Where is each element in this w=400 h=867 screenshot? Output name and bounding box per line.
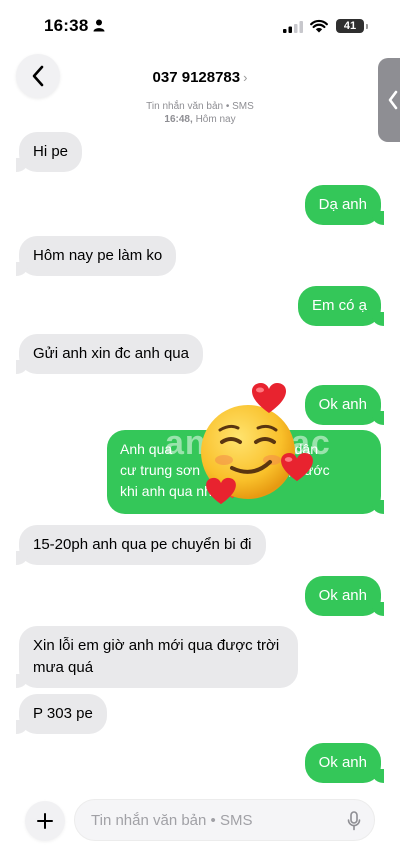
message-outgoing[interactable]: Dạ anh (304, 185, 385, 225)
message-text: P 303 pe (33, 705, 93, 722)
message-text: Ok anh (318, 396, 367, 413)
message-text: Em có ạ (311, 297, 367, 314)
service-label: Tin nhắn văn bản • SMS (146, 101, 254, 112)
message-incoming[interactable]: Hôm nay pe làm ko (15, 236, 177, 276)
message-text: Ok anh (318, 587, 367, 604)
timestamp-day: Hôm nay (195, 114, 236, 125)
message-text: Hi pe (33, 143, 69, 160)
signal-icon (283, 21, 303, 33)
mic-icon[interactable] (347, 811, 361, 831)
message-text: Dạ anh (318, 196, 367, 213)
heart-emoji (252, 383, 286, 413)
contact-chevron-icon: › (243, 70, 248, 85)
battery-tip (366, 24, 368, 29)
person-icon (93, 19, 105, 32)
timestamp: 16:48, Hôm nay (100, 113, 300, 126)
back-button[interactable] (16, 54, 60, 98)
status-bar: 16:38 41 (0, 0, 400, 50)
side-tab[interactable] (378, 58, 400, 142)
message-outgoing[interactable]: Ok anh (304, 743, 385, 783)
message-incoming[interactable]: Gửi anh xin đc anh qua (16, 334, 203, 374)
compose-bar: Tin nhắn văn bản • SMS (0, 787, 400, 867)
message-text: Ok anh (318, 754, 367, 771)
battery-indicator: 41 (336, 19, 364, 33)
status-time: 16:38 (44, 16, 89, 35)
message-incoming[interactable]: P 303 pe (16, 694, 107, 734)
message-incoming[interactable]: 15-20ph anh qua pe chuyển bi đi (16, 525, 266, 565)
back-chevron-icon (32, 65, 44, 87)
message-incoming[interactable]: Hi pe (15, 132, 83, 172)
message-text: Hôm nay pe làm ko (33, 247, 163, 264)
add-attachment-button[interactable] (25, 801, 65, 841)
wifi-icon (310, 19, 328, 33)
message-input-placeholder: Tin nhắn văn bản • SMS (91, 812, 253, 829)
side-tab-chevron-icon (388, 90, 398, 110)
heart-emoji (206, 477, 236, 505)
conversation-meta: Tin nhắn văn bản • SMS 16:48, Hôm nay (100, 100, 300, 126)
heart-emoji (281, 452, 313, 482)
plus-icon (37, 813, 53, 829)
message-text: 15-20ph anh qua pe chuyển bi đi (33, 536, 252, 553)
message-outgoing[interactable]: Ok anh (304, 385, 385, 425)
timestamp-time: 16:48, (164, 114, 193, 125)
message-incoming[interactable]: Xin lỗi em giờ anh mới qua được trời mưa… (16, 626, 298, 688)
contact-header[interactable]: 037 9128783 › (100, 69, 300, 87)
message-input[interactable]: Tin nhắn văn bản • SMS (74, 799, 375, 841)
message-text: Xin lỗi em giờ anh mới qua được trời mưa… (33, 637, 280, 676)
message-text: Gửi anh xin đc anh qua (33, 345, 189, 362)
message-outgoing[interactable]: Ok anh (304, 576, 385, 616)
message-outgoing[interactable]: Em có ạ (297, 286, 385, 326)
contact-name[interactable]: 037 9128783 (153, 69, 241, 86)
